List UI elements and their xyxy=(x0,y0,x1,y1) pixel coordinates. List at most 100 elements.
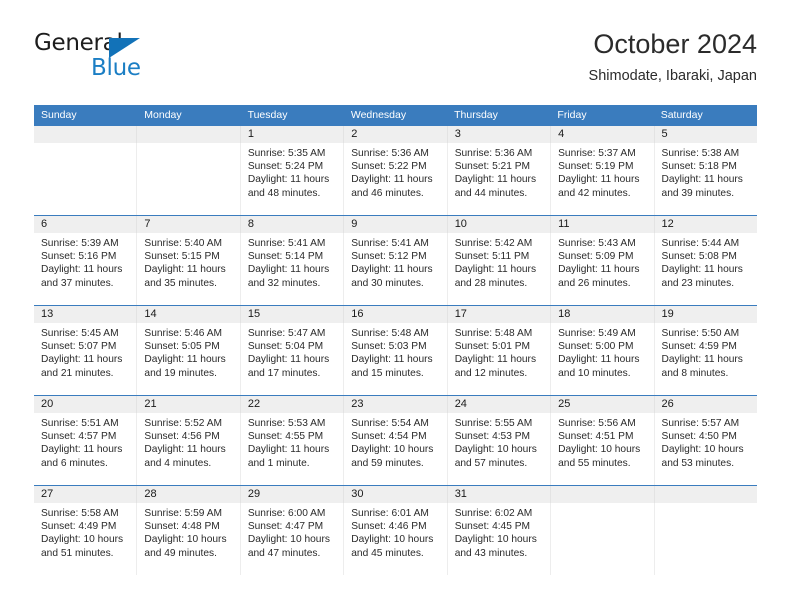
sunset-text: Sunset: 5:19 PM xyxy=(558,161,634,173)
sunrise-text: Sunrise: 5:59 AM xyxy=(144,508,223,519)
sunrise-text: Sunrise: 5:35 AM xyxy=(247,148,326,159)
sunset-text: Sunset: 4:51 PM xyxy=(558,431,634,443)
page-header: General Blue October 2024 Shimodate, Iba… xyxy=(34,28,757,90)
day-cell: Sunrise: 5:35 AM Sunset: 5:24 PM Dayligh… xyxy=(239,143,343,215)
weekday-wednesday: Wednesday xyxy=(350,109,407,121)
weekday-monday: Monday xyxy=(144,109,182,121)
day-cell xyxy=(136,143,239,215)
daylight-text: Daylight: 10 hours and 49 minutes. xyxy=(144,534,227,559)
sunrise-text: Sunrise: 5:43 AM xyxy=(558,238,636,249)
daylight-text: Daylight: 11 hours and 1 minute. xyxy=(247,444,330,469)
day-cell: Sunrise: 5:48 AM Sunset: 5:01 PM Dayligh… xyxy=(446,323,550,395)
day-cell: Sunrise: 5:49 AM Sunset: 5:00 PM Dayligh… xyxy=(550,323,653,395)
week-row: 1 2 3 4 5 Sunrise: 5:35 AM Sunset: 5:24 … xyxy=(34,125,757,215)
weekday-saturday: Saturday xyxy=(660,109,703,121)
sunset-text: Sunset: 5:09 PM xyxy=(558,251,634,263)
day-cell: Sunrise: 5:44 AM Sunset: 5:08 PM Dayligh… xyxy=(653,233,757,305)
day-number: 3 xyxy=(446,126,550,143)
day-number: 22 xyxy=(239,396,343,413)
day-cell: Sunrise: 5:41 AM Sunset: 5:14 PM Dayligh… xyxy=(239,233,343,305)
weekday-sunday: Sunday xyxy=(41,109,77,121)
daylight-text: Daylight: 11 hours and 32 minutes. xyxy=(247,264,330,289)
day-cell: Sunrise: 5:59 AM Sunset: 4:48 PM Dayligh… xyxy=(136,503,239,575)
sunrise-text: Sunrise: 5:48 AM xyxy=(351,328,429,339)
sunset-text: Sunset: 4:54 PM xyxy=(351,431,427,443)
day-cell: Sunrise: 5:36 AM Sunset: 5:22 PM Dayligh… xyxy=(343,143,446,215)
daylight-text: Daylight: 11 hours and 46 minutes. xyxy=(351,174,433,199)
daylight-text: Daylight: 10 hours and 51 minutes. xyxy=(41,534,124,559)
sunset-text: Sunset: 5:07 PM xyxy=(41,341,117,353)
day-number: 29 xyxy=(239,486,343,503)
day-number: 17 xyxy=(446,306,550,323)
day-cell: Sunrise: 5:51 AM Sunset: 4:57 PM Dayligh… xyxy=(34,413,136,485)
sunrise-text: Sunrise: 5:36 AM xyxy=(454,148,533,159)
logo-text-blue: Blue xyxy=(91,55,141,81)
day-number: 10 xyxy=(446,216,550,233)
day-cell: Sunrise: 6:01 AM Sunset: 4:46 PM Dayligh… xyxy=(343,503,446,575)
daylight-text: Daylight: 11 hours and 30 minutes. xyxy=(351,264,433,289)
daylight-text: Daylight: 11 hours and 48 minutes. xyxy=(247,174,330,199)
sunrise-text: Sunrise: 5:56 AM xyxy=(558,418,636,429)
day-info-band: Sunrise: 5:39 AM Sunset: 5:16 PM Dayligh… xyxy=(34,233,757,305)
day-info-band: Sunrise: 5:58 AM Sunset: 4:49 PM Dayligh… xyxy=(34,503,757,575)
daylight-text: Daylight: 11 hours and 21 minutes. xyxy=(41,354,123,379)
day-info-band: Sunrise: 5:51 AM Sunset: 4:57 PM Dayligh… xyxy=(34,413,757,485)
sunrise-text: Sunrise: 5:41 AM xyxy=(351,238,429,249)
day-number: 6 xyxy=(41,218,48,230)
day-cell: Sunrise: 5:37 AM Sunset: 5:19 PM Dayligh… xyxy=(550,143,653,215)
day-number: 13 xyxy=(41,308,54,320)
day-cell: Sunrise: 5:47 AM Sunset: 5:04 PM Dayligh… xyxy=(239,323,343,395)
day-number: 7 xyxy=(136,216,239,233)
day-number: 26 xyxy=(653,396,757,413)
daylight-text: Daylight: 10 hours and 59 minutes. xyxy=(351,444,434,469)
sunrise-text: Sunrise: 5:42 AM xyxy=(454,238,533,249)
sunset-text: Sunset: 4:53 PM xyxy=(454,431,531,443)
sunrise-text: Sunrise: 5:50 AM xyxy=(661,328,740,339)
day-number: 15 xyxy=(239,306,343,323)
day-number: 20 xyxy=(41,398,54,410)
date-band: 27 28 29 30 31 xyxy=(34,486,757,503)
sunset-text: Sunset: 5:08 PM xyxy=(661,251,737,263)
sunset-text: Sunset: 5:24 PM xyxy=(247,161,324,173)
sunrise-text: Sunrise: 5:44 AM xyxy=(661,238,740,249)
day-cell: Sunrise: 5:58 AM Sunset: 4:49 PM Dayligh… xyxy=(34,503,136,575)
sunset-text: Sunset: 5:00 PM xyxy=(558,341,634,353)
daylight-text: Daylight: 10 hours and 43 minutes. xyxy=(454,534,537,559)
day-number xyxy=(136,126,239,143)
sunset-text: Sunset: 5:18 PM xyxy=(661,161,737,173)
daylight-text: Daylight: 11 hours and 37 minutes. xyxy=(41,264,123,289)
day-number: 19 xyxy=(653,306,757,323)
day-cell: Sunrise: 5:54 AM Sunset: 4:54 PM Dayligh… xyxy=(343,413,446,485)
page-title: October 2024 xyxy=(593,29,757,59)
day-cell: Sunrise: 5:43 AM Sunset: 5:09 PM Dayligh… xyxy=(550,233,653,305)
sunset-text: Sunset: 4:56 PM xyxy=(144,431,220,443)
sunrise-text: Sunrise: 6:02 AM xyxy=(454,508,533,519)
weekday-thursday: Thursday xyxy=(454,109,498,121)
sunset-text: Sunset: 5:03 PM xyxy=(351,341,427,353)
sunset-text: Sunset: 4:50 PM xyxy=(661,431,737,443)
day-cell: Sunrise: 5:55 AM Sunset: 4:53 PM Dayligh… xyxy=(446,413,550,485)
day-number: 14 xyxy=(136,306,239,323)
sunrise-text: Sunrise: 5:55 AM xyxy=(454,418,533,429)
sunrise-text: Sunrise: 5:41 AM xyxy=(247,238,326,249)
day-number: 30 xyxy=(343,486,446,503)
day-number: 31 xyxy=(446,486,550,503)
day-number: 18 xyxy=(550,306,653,323)
day-number: 4 xyxy=(550,126,653,143)
day-cell: Sunrise: 5:48 AM Sunset: 5:03 PM Dayligh… xyxy=(343,323,446,395)
day-info-band: Sunrise: 5:45 AM Sunset: 5:07 PM Dayligh… xyxy=(34,323,757,395)
sunset-text: Sunset: 4:46 PM xyxy=(351,521,427,533)
generalblue-logo: General Blue xyxy=(34,30,184,88)
daylight-text: Daylight: 11 hours and 10 minutes. xyxy=(558,354,640,379)
weekday-friday: Friday xyxy=(557,109,587,121)
week-row: 20 21 22 23 24 25 26 Sunrise: 5:51 AM Su… xyxy=(34,395,757,485)
daylight-text: Daylight: 11 hours and 35 minutes. xyxy=(144,264,226,289)
sunrise-text: Sunrise: 5:36 AM xyxy=(351,148,429,159)
day-cell: Sunrise: 5:57 AM Sunset: 4:50 PM Dayligh… xyxy=(653,413,757,485)
day-number: 2 xyxy=(343,126,446,143)
day-cell xyxy=(653,503,757,575)
daylight-text: Daylight: 10 hours and 47 minutes. xyxy=(247,534,330,559)
day-cell: Sunrise: 6:00 AM Sunset: 4:47 PM Dayligh… xyxy=(239,503,343,575)
day-cell xyxy=(550,503,653,575)
day-cell: Sunrise: 5:46 AM Sunset: 5:05 PM Dayligh… xyxy=(136,323,239,395)
